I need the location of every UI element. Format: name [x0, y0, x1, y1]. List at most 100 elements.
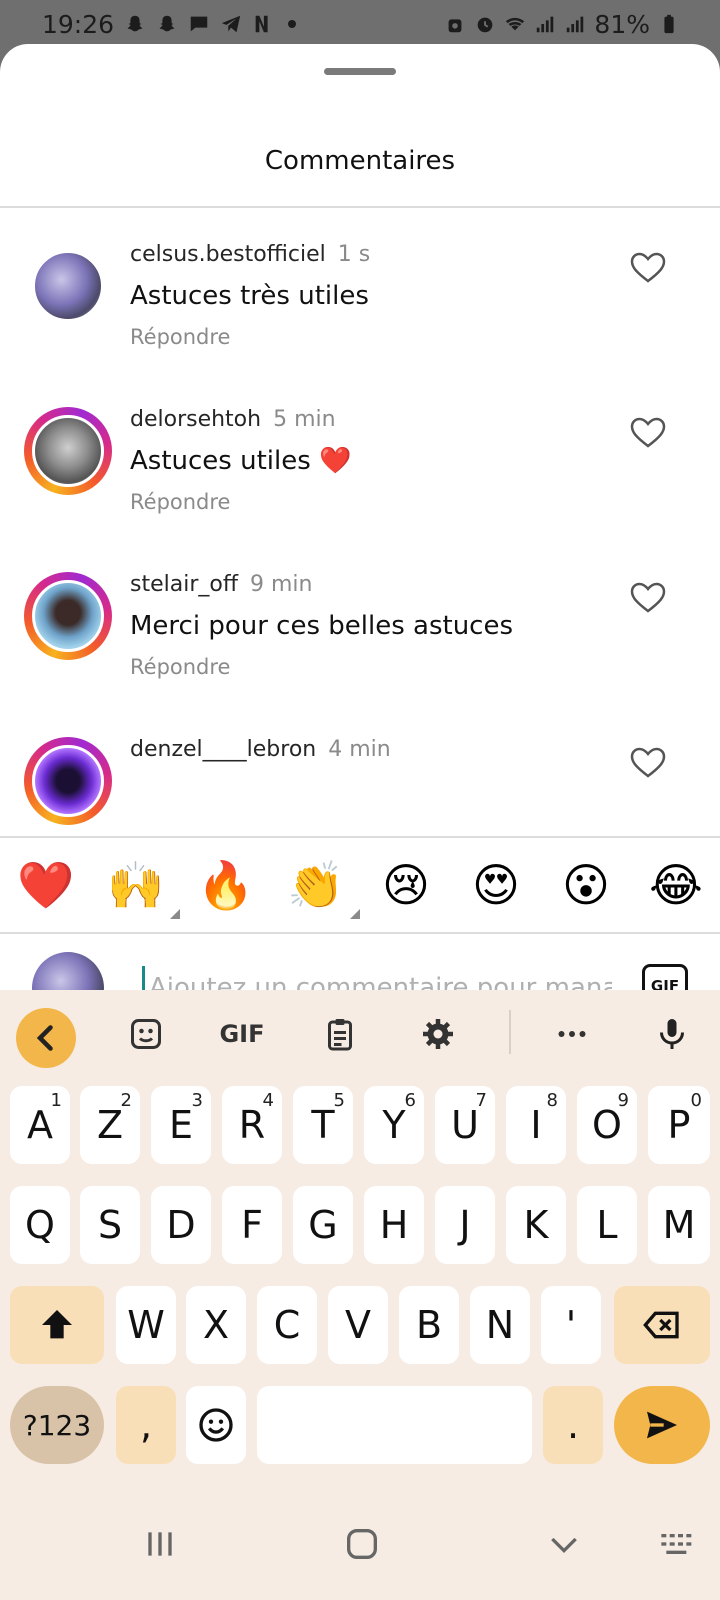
key-e[interactable]: E3: [151, 1086, 211, 1164]
comment-username[interactable]: delorsehtoh: [130, 407, 261, 432]
key-c[interactable]: C: [257, 1286, 317, 1364]
key-label: A: [27, 1103, 53, 1147]
key-k[interactable]: K: [506, 1186, 566, 1264]
system-navigation-bar: [0, 1490, 720, 1600]
key-f[interactable]: F: [222, 1186, 282, 1264]
reply-button[interactable]: Répondre: [130, 325, 610, 349]
sticker-icon[interactable]: [120, 1008, 172, 1060]
emoji-laughing-button[interactable]: 😂: [646, 855, 706, 915]
key-g[interactable]: G: [293, 1186, 353, 1264]
backspace-key[interactable]: [614, 1286, 710, 1364]
key-b[interactable]: B: [399, 1286, 459, 1364]
key-r[interactable]: R4: [222, 1086, 282, 1164]
avatar[interactable]: [32, 250, 104, 322]
home-icon[interactable]: [336, 1518, 388, 1570]
key-h[interactable]: H: [364, 1186, 424, 1264]
key-v[interactable]: V: [328, 1286, 388, 1364]
key-number: 0: [690, 1090, 702, 1111]
reply-button[interactable]: Répondre: [130, 655, 610, 679]
key-label: E: [168, 1103, 193, 1147]
key-i[interactable]: I8: [506, 1086, 566, 1164]
period-key[interactable]: .: [543, 1386, 603, 1464]
avatar[interactable]: [32, 745, 104, 817]
comment-item: stelair_off 9 min Merci pour ces belles a…: [0, 572, 720, 737]
key-w[interactable]: W: [116, 1286, 176, 1364]
key-apostrophe[interactable]: ': [541, 1286, 601, 1364]
like-heart-icon[interactable]: [630, 417, 666, 449]
microphone-icon[interactable]: [646, 1008, 698, 1060]
like-heart-icon[interactable]: [630, 252, 666, 284]
message-icon: [188, 13, 210, 35]
key-number: 1: [50, 1090, 62, 1111]
comment-item: delorsehtoh 5 min Astuces utiles ❤️ Répon…: [0, 407, 720, 572]
clipboard-icon[interactable]: [314, 1008, 366, 1060]
emoji-fire-button[interactable]: 🔥: [196, 855, 256, 915]
story-ring: [24, 737, 112, 825]
key-q[interactable]: Q: [10, 1186, 70, 1264]
key-number: 8: [546, 1090, 558, 1111]
drag-handle[interactable]: [324, 68, 396, 75]
comment-username[interactable]: celsus.bestofficiel: [130, 242, 326, 267]
sheet-title: Commentaires: [264, 146, 456, 176]
notification-dot-icon: [288, 20, 297, 28]
signal-icon: [564, 13, 586, 35]
key-number: 6: [404, 1090, 416, 1111]
key-m[interactable]: M: [648, 1186, 710, 1264]
reply-button[interactable]: Répondre: [130, 490, 610, 514]
key-t[interactable]: T5: [293, 1086, 353, 1164]
key-u[interactable]: U7: [435, 1086, 495, 1164]
emoji-key[interactable]: [186, 1386, 246, 1464]
emoji-heart-eyes-button[interactable]: 😍: [466, 855, 526, 915]
comment-list[interactable]: celsus.bestofficiel 1 s Astuces très util…: [0, 208, 720, 836]
chevron-down-icon[interactable]: [538, 1518, 590, 1570]
emoji-clapping-button[interactable]: 👏: [286, 855, 360, 919]
recent-apps-icon[interactable]: [134, 1518, 186, 1570]
keyboard-gif-button[interactable]: GIF: [216, 1008, 268, 1060]
key-z[interactable]: Z2: [80, 1086, 140, 1164]
avatar[interactable]: [32, 415, 104, 487]
like-heart-icon[interactable]: [630, 747, 666, 779]
key-label: T: [311, 1103, 335, 1147]
key-y[interactable]: Y6: [364, 1086, 424, 1164]
comment-username[interactable]: stelair_off: [130, 572, 238, 597]
comment-item: denzel____lebron 4 min: [0, 737, 720, 836]
gear-icon[interactable]: [412, 1008, 464, 1060]
emoji-crying-button[interactable]: 😢: [376, 855, 436, 915]
comment-username[interactable]: denzel____lebron: [130, 737, 316, 762]
like-heart-icon[interactable]: [630, 582, 666, 614]
key-number: 7: [475, 1090, 487, 1111]
comment-time: 1 s: [337, 242, 371, 267]
comment-body: delorsehtoh 5 min Astuces utiles ❤️ Répon…: [130, 407, 610, 514]
avatar[interactable]: [32, 580, 104, 652]
send-icon: [647, 1411, 677, 1439]
alarm-lock-icon: [444, 13, 466, 35]
emoji-surprised-button[interactable]: 😮: [556, 855, 616, 915]
key-n[interactable]: N: [470, 1286, 530, 1364]
emoji-glyph: 🙌: [107, 857, 165, 912]
key-label: Z: [96, 1103, 124, 1147]
shift-arrow-icon: [42, 1310, 72, 1339]
shift-key[interactable]: [10, 1286, 104, 1364]
key-j[interactable]: J: [435, 1186, 495, 1264]
key-s[interactable]: S: [80, 1186, 140, 1264]
comma-key[interactable]: ,: [116, 1386, 176, 1464]
key-l[interactable]: L: [577, 1186, 637, 1264]
key-d[interactable]: D: [151, 1186, 211, 1264]
emoji-raising-hands-button[interactable]: 🙌: [106, 855, 180, 919]
skin-tone-indicator-icon: [350, 909, 360, 919]
emoji-heart-button[interactable]: ❤️: [16, 855, 76, 915]
battery-icon: [658, 13, 680, 35]
keyboard-toolbar: GIF: [0, 990, 720, 1074]
key-o[interactable]: O9: [577, 1086, 637, 1164]
status-time: 19:26: [42, 9, 115, 39]
space-key[interactable]: [257, 1386, 532, 1464]
symbols-key[interactable]: ?123: [10, 1386, 104, 1464]
story-ring: [24, 407, 112, 495]
key-a[interactable]: A1: [10, 1086, 70, 1164]
chevron-left-icon[interactable]: [16, 1008, 76, 1068]
send-key[interactable]: [614, 1386, 710, 1464]
key-p[interactable]: P0: [648, 1086, 710, 1164]
key-x[interactable]: X: [186, 1286, 246, 1364]
keyboard-switch-icon[interactable]: [652, 1518, 704, 1570]
more-icon[interactable]: [546, 1008, 598, 1060]
